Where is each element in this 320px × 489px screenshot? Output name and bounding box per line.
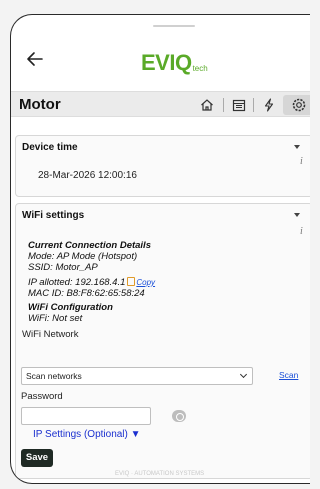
home-icon[interactable]: [199, 97, 215, 113]
bolt-icon[interactable]: [261, 97, 277, 113]
password-label: Password: [21, 391, 63, 402]
logo-text: EVIQ: [141, 50, 192, 75]
save-button[interactable]: Save: [21, 449, 53, 467]
chevron-down-icon[interactable]: [294, 145, 300, 149]
network-select-value: Scan networks: [26, 371, 82, 381]
network-select[interactable]: Scan networks: [21, 367, 253, 385]
logo-subtext: tech: [192, 64, 208, 73]
device-time-title: Device time: [22, 142, 78, 153]
title-bar: Motor: [11, 91, 310, 117]
app-header: EVIQ tech: [11, 29, 310, 89]
arrow-left-icon: [27, 52, 43, 66]
mode-text: Mode: AP Mode (Hotspot): [28, 251, 138, 262]
current-connection-heading: Current Connection Details: [28, 240, 151, 251]
gear-icon: [292, 98, 306, 112]
chevron-down-icon[interactable]: [294, 213, 300, 217]
password-input[interactable]: [21, 407, 151, 425]
info-icon[interactable]: i: [300, 156, 303, 167]
wifi-config-heading: WiFi Configuration: [28, 302, 113, 313]
toolbar-divider: [253, 98, 254, 112]
ip-row: IP allotted: 192.168.4.1 Copy: [28, 277, 155, 288]
ip-settings-toggle[interactable]: IP Settings (Optional) ▼: [33, 429, 141, 440]
mac-text: MAC ID: B8:F8:62:65:58:24: [28, 288, 145, 299]
ssid-text: SSID: Motor_AP: [28, 262, 98, 273]
eye-icon[interactable]: [172, 410, 186, 422]
wifi-network-label: WiFi Network: [22, 329, 79, 340]
copy-link[interactable]: Copy: [136, 278, 155, 287]
phone-notch: [153, 25, 195, 27]
device-time-card: Device time i 28-Mar-2026 12:00:16: [15, 135, 310, 197]
ip-text: IP allotted: 192.168.4.1: [28, 277, 126, 288]
footer-text: EVIQ · AUTOMATION SYSTEMS: [115, 471, 205, 477]
info-icon[interactable]: i: [300, 226, 303, 237]
chevron-down-icon: [239, 370, 248, 379]
copy-icon[interactable]: [127, 277, 136, 286]
wifi-status-text: WiFi: Not set: [28, 313, 83, 324]
back-button[interactable]: [25, 49, 45, 69]
toolbar-divider: [223, 98, 224, 112]
device-time-value: 28-Mar-2026 12:00:16: [38, 170, 137, 181]
calendar-icon[interactable]: [231, 97, 247, 113]
phone-frame: EVIQ tech Motor Device time i 28-Mar-202…: [10, 14, 310, 484]
page-title: Motor: [19, 96, 61, 113]
wifi-settings-title: WiFi settings: [22, 210, 85, 221]
brand-logo: EVIQ tech: [141, 47, 208, 75]
settings-tab[interactable]: [283, 95, 310, 115]
scan-link[interactable]: Scan: [279, 370, 298, 380]
